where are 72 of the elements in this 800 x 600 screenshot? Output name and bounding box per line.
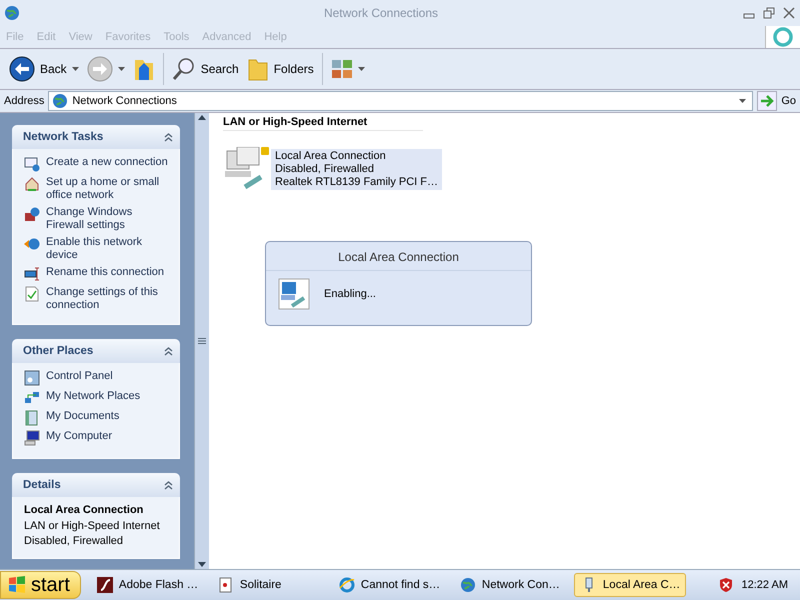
- window-title: Network Connections: [322, 6, 440, 20]
- task-link[interactable]: Enable this network device: [46, 236, 173, 262]
- magnifier-icon: [172, 57, 196, 81]
- task-link[interactable]: Control Panel: [46, 370, 113, 383]
- caret-icon: [72, 67, 79, 71]
- collapse-chevron-icon: [164, 132, 173, 142]
- control-panel-icon: [24, 370, 40, 386]
- taskbar-button[interactable]: Network Con…: [452, 573, 565, 597]
- dialog-title: Local Area Connection: [266, 242, 531, 271]
- caret-icon: [358, 67, 365, 71]
- dialog-message: Enabling...: [324, 288, 376, 300]
- browser-icon: [338, 577, 355, 593]
- document-folder-icon: [24, 410, 40, 426]
- restore-button[interactable]: [762, 6, 776, 20]
- task-link[interactable]: Rename this connection: [46, 266, 164, 279]
- task-link[interactable]: My Network Places: [46, 390, 140, 403]
- arrow-globe-icon: [24, 236, 40, 252]
- flash-icon: [96, 577, 113, 593]
- collapse-chevron-icon: [164, 480, 173, 490]
- details-name: Local Area Connection: [24, 504, 144, 516]
- connection-item[interactable]: Local Area Connection Disabled, Firewalled Realtek RTL8139 Family PCI F…: [271, 149, 442, 190]
- connection-device: Realtek RTL8139 Family PCI F…: [275, 176, 438, 189]
- windows-flag-icon: [7, 575, 27, 595]
- taskbar-button[interactable]: Local Area C…: [574, 573, 686, 597]
- folders-button[interactable]: Folders: [244, 54, 317, 84]
- taskbar-button[interactable]: Cannot find s…: [332, 573, 444, 597]
- computer-icon: [24, 430, 40, 446]
- task-link[interactable]: My Documents: [46, 410, 120, 423]
- task-link[interactable]: Set up a home or small office network: [46, 176, 173, 202]
- scroll-down-arrow-icon[interactable]: [198, 562, 206, 567]
- go-button[interactable]: Go: [757, 91, 796, 111]
- scroll-up-arrow-icon[interactable]: [198, 115, 206, 120]
- back-button[interactable]: Back: [6, 54, 82, 84]
- globe-icon: [460, 577, 476, 593]
- throbber-ring-icon: [765, 26, 800, 48]
- search-button[interactable]: Search: [168, 55, 242, 83]
- group-heading: LAN or High-Speed Internet: [223, 116, 423, 131]
- scrollbar[interactable]: [194, 113, 209, 569]
- panel-header[interactable]: Other Places: [12, 339, 180, 363]
- details-text: LAN or High-Speed Internet: [24, 520, 161, 532]
- rename-icon: [24, 266, 40, 282]
- house-icon: [24, 176, 40, 192]
- task-link[interactable]: Create a new connection: [46, 156, 168, 169]
- clock-time: 12:22 AM: [742, 579, 788, 591]
- network-computer-icon: [223, 147, 271, 191]
- dropdown-caret-icon: [739, 99, 746, 103]
- globe-icon: [52, 93, 68, 109]
- address-label: Address: [4, 95, 44, 107]
- window-globe-icon: [24, 156, 40, 172]
- start-button[interactable]: start: [0, 571, 81, 599]
- close-button[interactable]: [782, 6, 796, 20]
- collapse-chevron-icon: [164, 346, 173, 356]
- tiles-icon: [330, 59, 353, 79]
- checkmark-page-icon: [24, 286, 40, 302]
- security-shield-icon[interactable]: [718, 577, 734, 593]
- connection-name: Local Area Connection: [275, 150, 387, 163]
- network-computers-icon: [24, 390, 40, 406]
- scroll-grip-icon[interactable]: [198, 338, 206, 344]
- taskbar-button[interactable]: Adobe Flash …: [90, 573, 202, 597]
- playing-card-icon: [218, 577, 234, 593]
- task-link[interactable]: My Computer: [46, 430, 112, 443]
- task-link[interactable]: Change Windows Firewall settings: [46, 206, 173, 232]
- caret-icon: [118, 67, 125, 71]
- address-field[interactable]: Network Connections: [48, 91, 754, 111]
- globe-icon: [4, 5, 20, 21]
- panel-header[interactable]: Network Tasks: [12, 125, 180, 149]
- taskbar-button[interactable]: Solitaire: [210, 573, 323, 597]
- panel-header[interactable]: Details: [12, 473, 180, 497]
- network-computer-icon: [278, 278, 310, 310]
- details-text: Disabled, Firewalled: [24, 535, 124, 547]
- connection-status: Disabled, Firewalled: [275, 163, 376, 176]
- task-link[interactable]: Change settings of this connection: [46, 286, 173, 312]
